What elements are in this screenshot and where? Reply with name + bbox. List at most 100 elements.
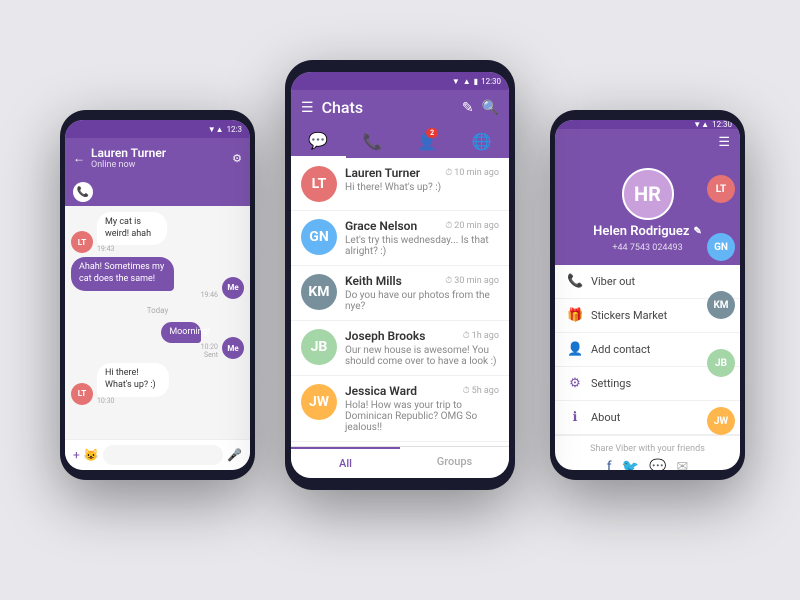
time-left: 12:3 [227,125,242,134]
email-icon[interactable]: ✉ [677,459,689,470]
message-item: LT My cat is weird! ahah 19:43 [71,212,244,253]
message-item: Me Ahah! Sometimes my cat does the same!… [71,257,244,298]
facebook-icon[interactable]: f [607,459,612,470]
chat-list-item[interactable]: KM Keith Mills ⏱ 30 min ago Do you have … [291,266,509,321]
left-screen: ▼▲ 12:3 ← Lauren Turner Online now ⚙ 📞 [65,120,250,470]
chat-time: ⏱ 20 min ago [445,221,499,231]
contacts-badge: 2 [426,128,438,138]
chat-list-item[interactable]: JB Joseph Brooks ⏱ 1h ago Our new house … [291,321,509,376]
call-button[interactable]: 📞 [73,182,93,202]
chat-list-item[interactable]: JW Jessica Ward ⏱ 5h ago Hola! How was y… [291,376,509,442]
twitter-icon[interactable]: 🐦 [622,459,639,470]
msg-time-out: 19:46 [71,291,218,299]
tab-more[interactable]: 🌐 [455,132,510,157]
search-icon[interactable]: 🔍 [482,100,499,116]
chat-time: ⏱ 1h ago [463,331,499,341]
chat-preview: Hi there! What's up? :) [345,182,499,193]
chat-list-item[interactable]: LT Lauren Turner ⏱ 10 min ago Hi there! … [291,158,509,211]
bubble-in: My cat is weird! ahah [97,212,167,245]
side-avatars: LT GN KM JB JW [707,120,735,470]
social-icons: f 🐦 💬 ✉ [565,459,730,470]
chat-avatar: LT [301,166,337,202]
mic-icon[interactable]: 🎤 [227,448,242,462]
status-bar-center: ▼ ▲ ▮ 12:30 [291,72,509,90]
avatar-lt2: LT [71,383,93,405]
tab-contacts[interactable]: 👤 2 [400,132,455,157]
profile-phone: +44 7543 024493 [612,243,682,253]
message-item: Me Moorning! 10:20 Sent [71,322,244,360]
center-phone: ▼ ▲ ▮ 12:30 ☰ Chats ✎ 🔍 💬 📞 👤 2 [285,60,515,490]
menu-label-about: About [591,411,620,424]
date-divider: Today [71,306,244,315]
message-input[interactable] [103,445,223,465]
chat-info: Keith Mills ⏱ 30 min ago Do you have our… [345,274,499,312]
chat-time: ⏱ 5h ago [463,386,499,396]
chat-avatar: JB [301,329,337,365]
settings-menu-icon: ⚙ [567,376,583,391]
time-center: 12:30 [481,77,501,86]
center-screen: ▼ ▲ ▮ 12:30 ☰ Chats ✎ 🔍 💬 📞 👤 2 [291,72,509,478]
chat-time: ⏱ 30 min ago [445,276,499,286]
chat-preview: Do you have our photos from the nye? [345,290,499,312]
tab-call[interactable]: 📞 [346,132,401,157]
profile-avatar: HR [622,168,674,220]
tab-chat[interactable]: 💬 [291,131,346,158]
chat-time: ⏱ 10 min ago [445,168,499,178]
stickers-icon: 🎁 [567,308,583,323]
chat-preview: Our new house is awesome! You should com… [345,345,499,367]
app-header: ☰ Chats ✎ 🔍 [291,90,509,125]
tab-all[interactable]: All [291,447,400,478]
avatar-me: Me [222,277,244,299]
share-text: Share Viber with your friends [590,444,705,454]
chat-avatar: KM [301,274,337,310]
profile-name: Helen Rodriguez ✎ [593,224,702,239]
chat-info: Jessica Ward ⏱ 5h ago Hola! How was your… [345,384,499,433]
menu-label-viber-out: Viber out [591,275,635,288]
chat-name: Lauren Turner [345,166,420,180]
chat-name: Joseph Brooks [345,329,425,343]
menu-label-settings: Settings [591,377,631,390]
menu-label-add-contact: Add contact [591,343,650,356]
side-avatar-2: GN [707,233,735,261]
edit-profile-icon[interactable]: ✎ [693,226,701,237]
chat-info: Grace Nelson ⏱ 20 min ago Let's try this… [345,219,499,257]
sent-label: Sent [161,351,218,359]
chat-avatar: JW [301,384,337,420]
add-icon[interactable]: + [73,448,80,462]
avatar-lt: LT [71,231,93,253]
chat-name: Grace Nelson [345,219,417,233]
edit-icon[interactable]: ✎ [462,100,474,116]
signal-icon: ▼ [452,77,460,86]
bottom-tabs: All Groups [291,446,509,478]
chat-info: Joseph Brooks ⏱ 1h ago Our new house is … [345,329,499,367]
sticker-icon[interactable]: 😺 [84,448,99,462]
menu-icon[interactable]: ☰ [301,100,314,116]
chat-info: Lauren Turner ⏱ 10 min ago Hi there! Wha… [345,166,499,193]
status-bar-left: ▼▲ 12:3 [65,120,250,138]
right-screen: ▼▲ 12:30 ☰ HR Helen Rodriguez ✎ +44 7543… [555,120,740,470]
chat-list-item[interactable]: GN Grace Nelson ⏱ 20 min ago Let's try t… [291,211,509,266]
bubble-out: Ahah! Sometimes my cat does the same! [71,257,174,290]
tab-groups[interactable]: Groups [400,447,509,478]
message-item: LT Hi there! What's up? :) 10:30 [71,363,244,404]
left-phone: ▼▲ 12:3 ← Lauren Turner Online now ⚙ 📞 [60,110,255,480]
chat-list: LT Lauren Turner ⏱ 10 min ago Hi there! … [291,158,509,446]
back-icon[interactable]: ← [73,151,85,165]
battery-icon: ▮ [474,77,478,86]
chat-contact-name: Lauren Turner [91,146,226,160]
tab-bar: 💬 📞 👤 2 🌐 [291,125,509,158]
chat-preview: Let's try this wednesday... Is that alri… [345,235,499,257]
settings-icon[interactable]: ⚙ [232,152,242,165]
msg-time2: 10:20 [161,343,218,351]
side-avatar-1: LT [707,175,735,203]
messages-area: LT My cat is weird! ahah 19:43 Me Ahah! … [65,206,250,439]
chat-preview: Hola! How was your trip to Dominican Rep… [345,400,499,433]
signal-icon-l: ▼▲ [208,125,224,134]
side-avatar-5: JW [707,407,735,435]
menu-label-stickers: Stickers Market [591,309,667,322]
viber-share-icon[interactable]: 💬 [649,459,666,470]
side-avatar-4: JB [707,349,735,377]
right-phone: ▼▲ 12:30 ☰ HR Helen Rodriguez ✎ +44 7543… [550,110,745,480]
about-icon: ℹ [567,410,583,425]
viber-out-icon: 📞 [567,274,583,289]
